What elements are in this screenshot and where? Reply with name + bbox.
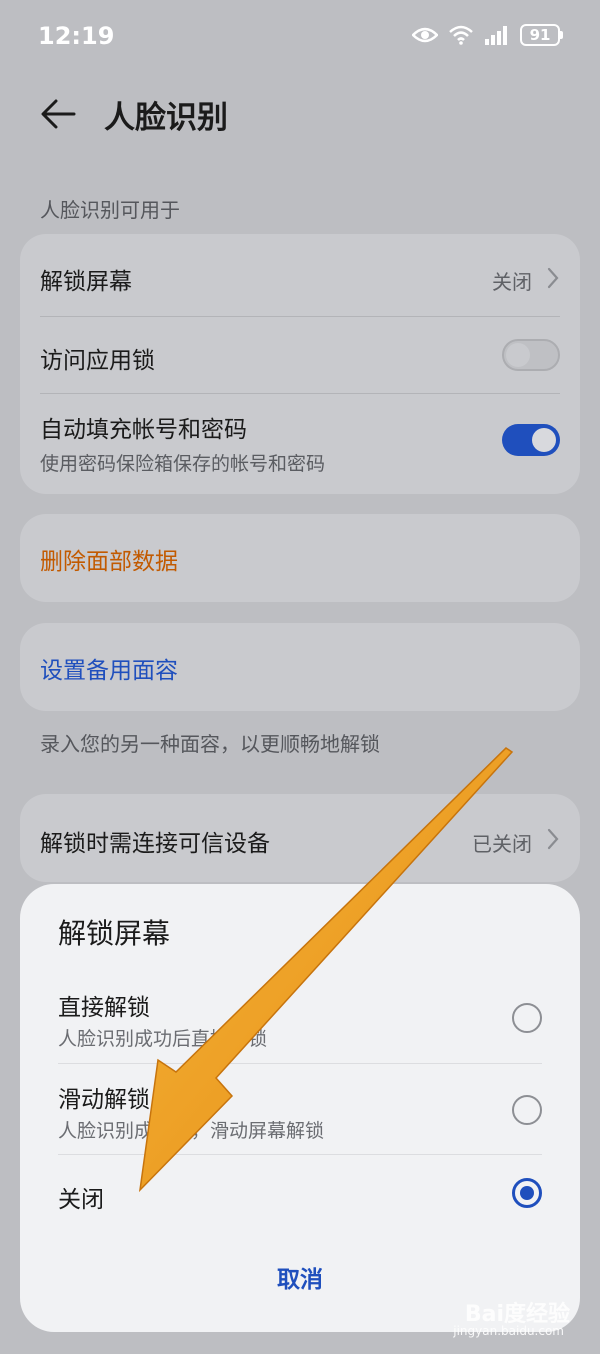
app-lock-row[interactable]: 访问应用锁 xyxy=(40,317,560,393)
radio-off[interactable] xyxy=(512,1178,542,1208)
divider xyxy=(58,1154,542,1155)
divider xyxy=(58,1063,542,1064)
autofill-toggle[interactable] xyxy=(502,424,560,456)
app-header: 人脸识别 xyxy=(0,80,600,150)
battery-level: 91 xyxy=(529,26,551,44)
battery-icon: 91 xyxy=(520,24,563,46)
page-title: 人脸识别 xyxy=(104,100,228,136)
wifi-icon xyxy=(449,25,473,45)
sheet-title: 解锁屏幕 xyxy=(58,917,171,950)
app-lock-toggle[interactable] xyxy=(502,339,560,371)
usage-card: 解锁屏幕 关闭 访问应用锁 自动填充帐号和密码 使用密码保险箱保存的帐号和密码 xyxy=(20,234,580,494)
eye-icon xyxy=(412,27,438,43)
status-icons: 91 xyxy=(412,24,563,46)
unlock-screen-value: 关闭 xyxy=(492,270,532,294)
unlock-screen-label: 解锁屏幕 xyxy=(40,269,132,295)
back-arrow-icon[interactable] xyxy=(38,94,78,134)
section-caption: 人脸识别可用于 xyxy=(40,198,180,222)
trusted-device-card[interactable]: 解锁时需连接可信设备 已关闭 xyxy=(20,794,580,882)
delete-face-card[interactable]: 删除面部数据 xyxy=(20,514,580,602)
option-off[interactable]: 关闭 xyxy=(58,1164,542,1224)
chevron-right-icon xyxy=(547,828,559,850)
backup-face-card[interactable]: 设置备用面容 xyxy=(20,623,580,711)
autofill-label: 自动填充帐号和密码 xyxy=(40,417,247,443)
trusted-device-row[interactable]: 解锁时需连接可信设备 已关闭 xyxy=(40,794,560,882)
baidu-watermark-url: jingyan.baidu.com xyxy=(453,1324,564,1338)
option-subtitle: 人脸识别成功后，滑动屏幕解锁 xyxy=(58,1120,325,1142)
status-bar: 12:19 91 xyxy=(0,0,600,76)
radio-slide-unlock[interactable] xyxy=(512,1095,542,1125)
unlock-screen-sheet: 解锁屏幕 直接解锁 人脸识别成功后直接解锁 滑动解锁 人脸识别成功后，滑动屏幕解… xyxy=(20,884,580,1332)
option-label: 关闭 xyxy=(58,1187,104,1213)
trusted-device-value: 已关闭 xyxy=(472,832,532,856)
option-label: 直接解锁 xyxy=(58,995,150,1021)
delete-face-button[interactable]: 删除面部数据 xyxy=(40,542,178,576)
autofill-row[interactable]: 自动填充帐号和密码 使用密码保险箱保存的帐号和密码 xyxy=(40,394,560,494)
status-time: 12:19 xyxy=(38,22,115,50)
radio-direct-unlock[interactable] xyxy=(512,1003,542,1033)
backup-face-button[interactable]: 设置备用面容 xyxy=(40,651,178,685)
signal-icon xyxy=(485,26,507,45)
trusted-device-label: 解锁时需连接可信设备 xyxy=(40,831,270,857)
option-subtitle: 人脸识别成功后直接解锁 xyxy=(58,1028,268,1050)
chevron-right-icon xyxy=(547,267,559,289)
option-direct-unlock[interactable]: 直接解锁 人脸识别成功后直接解锁 xyxy=(58,982,542,1062)
unlock-screen-row[interactable]: 解锁屏幕 关闭 xyxy=(40,234,560,316)
cancel-button[interactable]: 取消 xyxy=(20,1260,580,1294)
app-lock-label: 访问应用锁 xyxy=(40,348,155,374)
option-slide-unlock[interactable]: 滑动解锁 人脸识别成功后，滑动屏幕解锁 xyxy=(58,1074,542,1154)
option-label: 滑动解锁 xyxy=(58,1087,150,1113)
backup-face-caption: 录入您的另一种面容，以更顺畅地解锁 xyxy=(40,732,380,756)
autofill-subtitle: 使用密码保险箱保存的帐号和密码 xyxy=(40,453,326,475)
